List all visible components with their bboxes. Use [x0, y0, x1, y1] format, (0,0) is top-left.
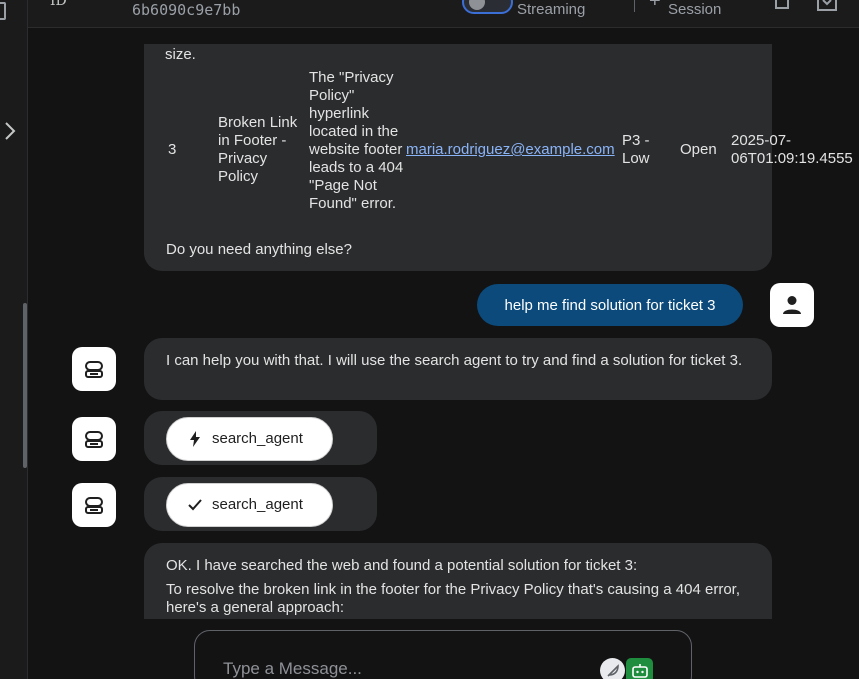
- tool-result-message: search_agent: [144, 477, 377, 531]
- message-composer: [194, 630, 692, 679]
- message-input[interactable]: [223, 659, 583, 679]
- bolt-icon: [188, 431, 202, 447]
- check-icon: [188, 497, 202, 513]
- chevron-right-icon[interactable]: [2, 120, 22, 142]
- person-icon: [783, 296, 801, 314]
- agent-message-text: OK. I have searched the web and found a …: [166, 557, 638, 574]
- streaming-label: Streaming: [517, 1, 586, 18]
- top-bar: ID 6b6090c9e7bb Streaming + Session: [28, 0, 859, 28]
- panel-icon[interactable]: [0, 2, 6, 20]
- robot-icon: [85, 361, 103, 378]
- tool-call-chip[interactable]: search_agent: [166, 417, 333, 461]
- tool-call-label: search_agent: [212, 430, 303, 447]
- trash-icon[interactable]: [774, 0, 790, 10]
- scrollbar[interactable]: [23, 303, 27, 468]
- agent-message-text: I can help you with that. I will use the…: [166, 352, 743, 369]
- ticket-email-link[interactable]: maria.rodriguez@example.com: [406, 141, 615, 159]
- robot-icon[interactable]: [626, 658, 653, 679]
- robot-icon: [85, 497, 103, 514]
- bot-avatar: [72, 347, 116, 391]
- bot-avatar: [72, 483, 116, 527]
- header-divider: [634, 0, 635, 12]
- plus-icon[interactable]: +: [649, 0, 661, 13]
- streaming-toggle[interactable]: [462, 0, 513, 14]
- feather-icon[interactable]: [600, 658, 625, 679]
- new-session-button[interactable]: Session: [668, 1, 721, 18]
- session-id-label: ID: [50, 0, 67, 9]
- robot-icon: [85, 431, 103, 448]
- agent-message-text: To resolve the broken link in the footer…: [166, 581, 740, 616]
- left-rail: [0, 0, 28, 679]
- tool-result-label: search_agent: [212, 496, 303, 513]
- download-icon[interactable]: [817, 0, 837, 12]
- user-avatar: [770, 283, 814, 327]
- bot-avatar: [72, 417, 116, 461]
- tool-call-message: search_agent: [144, 411, 377, 465]
- session-id-value: 6b6090c9e7bb: [132, 1, 241, 19]
- user-message: help me find solution for ticket 3: [477, 284, 743, 326]
- tool-result-chip[interactable]: search_agent: [166, 483, 333, 527]
- agent-message: I can help you with that. I will use the…: [144, 338, 772, 400]
- toggle-knob: [469, 0, 485, 10]
